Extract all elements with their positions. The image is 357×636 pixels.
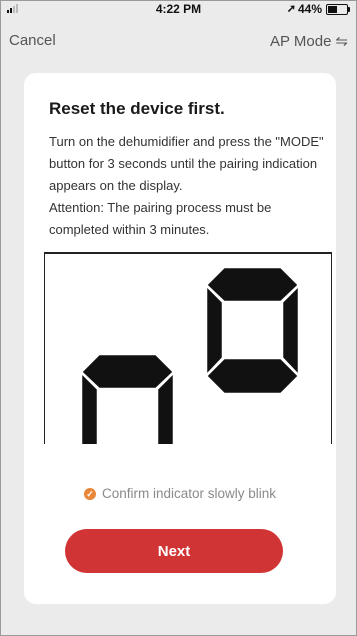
status-bar: 4:22 PM ➚ 44% bbox=[1, 1, 356, 17]
description-attention: Attention: The pairing process must be c… bbox=[49, 200, 272, 237]
status-right: ➚ 44% bbox=[286, 2, 350, 16]
next-button[interactable]: Next bbox=[65, 529, 283, 573]
nav-bar: Cancel AP Mode ⇋ bbox=[1, 21, 356, 61]
check-circle-icon: ✓ bbox=[83, 487, 96, 500]
segment-display-icon bbox=[79, 265, 301, 444]
description-instruction: Turn on the dehumidifier and press the "… bbox=[49, 134, 324, 193]
ap-mode-label: AP Mode bbox=[269, 32, 332, 50]
card-description: Turn on the dehumidifier and press the "… bbox=[49, 131, 324, 241]
ap-mode-button[interactable]: AP Mode ⇋ bbox=[269, 32, 348, 51]
card-title: Reset the device first. bbox=[49, 99, 225, 118]
segment-display-illustration bbox=[44, 252, 332, 444]
confirm-label: Confirm indicator slowly blink bbox=[101, 486, 277, 501]
swap-arrows-icon: ⇋ bbox=[335, 33, 348, 50]
battery-fill bbox=[328, 5, 337, 13]
battery-percent: 44% bbox=[297, 2, 322, 16]
reset-instructions-card: Reset the device first. Turn on the dehu… bbox=[24, 73, 336, 604]
location-arrow-icon: ➚ bbox=[286, 3, 296, 15]
battery-icon bbox=[326, 3, 350, 15]
phone-screen: 4:22 PM ➚ 44% Cancel AP Mode ⇋ Reset the… bbox=[0, 0, 357, 636]
confirm-indicator-checkbox[interactable]: ✓ Confirm indicator slowly blink bbox=[24, 486, 336, 501]
cancel-button[interactable]: Cancel bbox=[9, 32, 56, 49]
